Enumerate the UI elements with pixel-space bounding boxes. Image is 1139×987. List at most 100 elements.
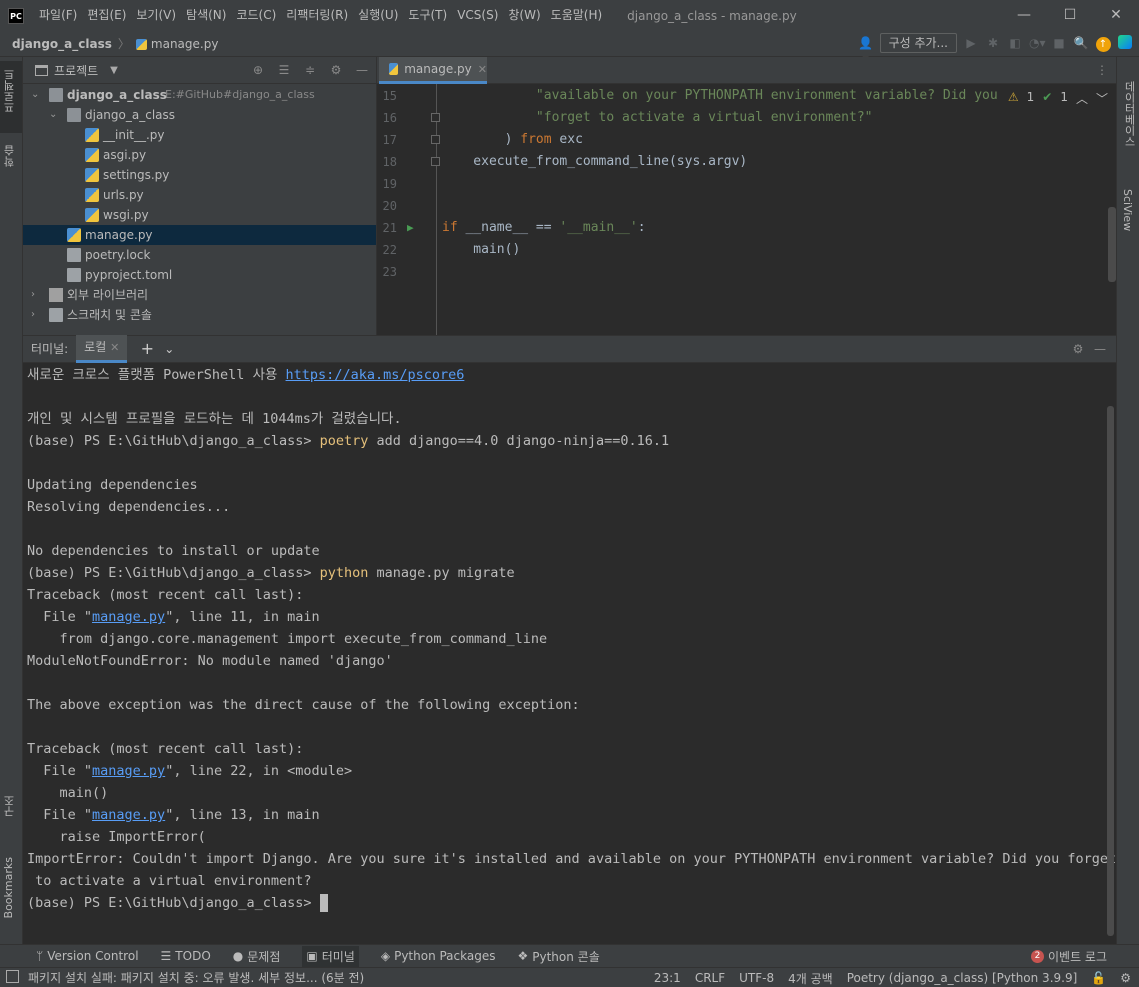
code-line[interactable]: 21 ▶ if __name__ == '__main__': (377, 217, 1116, 239)
tree-item[interactable]: manage.py (23, 225, 376, 245)
editor-tab-manage-py[interactable]: manage.py ✕ (379, 57, 487, 84)
menu-item[interactable]: 코드(C) (231, 0, 281, 31)
terminal-scrollbar[interactable] (1107, 406, 1114, 936)
tree-item[interactable]: pyproject.toml (23, 265, 376, 285)
close-tab-icon[interactable]: ✕ (478, 63, 487, 76)
code-line[interactable]: 17 ) from exc (377, 129, 1116, 151)
tree-item[interactable]: ⌄ django_a_class E:#GitHub#django_a_class (23, 85, 376, 105)
structure-tool-tab[interactable]: 구조 (0, 791, 22, 841)
collapse-all-icon[interactable]: ≑ (302, 62, 318, 78)
tree-item[interactable]: settings.py (23, 165, 376, 185)
chevron-right-icon[interactable]: › (31, 285, 35, 305)
chevron-down-icon[interactable]: ⌄ (49, 105, 57, 125)
close-icon[interactable]: ✕ (1093, 0, 1139, 31)
terminal-link[interactable]: manage.py (92, 763, 165, 779)
tree-item[interactable]: › 스크래치 및 콘솔 (23, 305, 376, 325)
tree-item[interactable]: poetry.lock (23, 245, 376, 265)
locate-icon[interactable]: ⊕ (250, 62, 266, 78)
breadcrumb-file[interactable]: manage.py (151, 37, 219, 51)
chevron-down-icon[interactable]: ⌄ (161, 341, 177, 357)
editor-scrollbar[interactable] (1108, 207, 1116, 282)
terminal-link[interactable]: manage.py (92, 609, 165, 625)
bookmarks-tool-tab[interactable]: Bookmarks (0, 853, 22, 933)
menu-item[interactable]: 실행(U) (353, 0, 403, 31)
search-icon[interactable]: 🔍 (1073, 35, 1089, 51)
file-encoding[interactable]: UTF-8 (739, 971, 774, 985)
menu-item[interactable]: 리팩터링(R) (281, 0, 353, 31)
code-line[interactable]: 23 (377, 261, 1116, 283)
code-line[interactable]: 20 (377, 195, 1116, 217)
fold-icon[interactable] (431, 157, 440, 166)
chevron-down-icon[interactable]: ﹀ (1096, 90, 1108, 107)
code-line[interactable]: 16 "forget to activate a virtual environ… (377, 107, 1116, 129)
breadcrumb-project[interactable]: django_a_class (12, 37, 112, 51)
code-line[interactable]: 18 execute_from_command_line(sys.argv) (377, 151, 1116, 173)
fold-icon[interactable] (431, 135, 440, 144)
lock-icon[interactable]: 🔓 (1091, 971, 1106, 985)
run-gutter-icon[interactable]: ▶ (407, 217, 414, 239)
indent-setting[interactable]: 4개 공백 (788, 970, 833, 987)
expand-all-icon[interactable]: ☰ (276, 62, 292, 78)
chevron-up-icon[interactable]: ︿ (1076, 90, 1088, 107)
chevron-down-icon[interactable]: ⌄ (31, 85, 39, 105)
chevron-right-icon[interactable]: › (31, 305, 35, 325)
minimize-icon[interactable]: — (1001, 0, 1047, 31)
hide-icon[interactable]: — (354, 62, 370, 78)
project-panel-title[interactable]: 프로젝트 (54, 62, 98, 79)
status-message[interactable]: 패키지 설치 실패: 패키지 설치 중: 오류 발생. 세부 정보... (6분… (28, 969, 364, 986)
event-log-tab[interactable]: 2 이벤트 로그 (1030, 948, 1107, 965)
close-tab-icon[interactable]: ✕ (110, 341, 119, 354)
maximize-icon[interactable]: ☐ (1047, 0, 1093, 31)
debug-icon[interactable]: ✱ (985, 35, 1001, 51)
user-icon[interactable]: 👤▾ (858, 35, 874, 66)
tool-windows-icon[interactable] (6, 970, 19, 983)
tree-item[interactable]: asgi.py (23, 145, 376, 165)
run-icon[interactable]: ▶ (963, 35, 979, 51)
menu-item[interactable]: 창(W) (503, 0, 545, 31)
gear-icon[interactable]: ⚙ (1070, 341, 1086, 357)
terminal-link[interactable]: https://aka.ms/pscore6 (286, 367, 465, 383)
line-separator[interactable]: CRLF (695, 971, 725, 985)
project-tool-tab[interactable]: 프로젝트 (0, 61, 22, 133)
fold-icon[interactable] (431, 113, 440, 122)
menu-item[interactable]: 도움말(H) (546, 0, 608, 31)
menu-item[interactable]: 파일(F) (34, 0, 82, 31)
hide-icon[interactable]: — (1092, 341, 1108, 357)
coverage-icon[interactable]: ◧ (1007, 35, 1023, 51)
more-options-icon[interactable]: ⋮ (1094, 62, 1110, 78)
problems-tab[interactable]: ● 문제점 (233, 948, 281, 965)
profile-icon[interactable]: ◔▾ (1029, 35, 1046, 51)
caret-position[interactable]: 23:1 (654, 971, 681, 985)
jetbrains-toolbox-icon[interactable] (1117, 35, 1133, 51)
menu-item[interactable]: 도구(T) (403, 0, 452, 31)
python-console-tab[interactable]: ❖ Python 콘솔 (517, 948, 599, 965)
code-line[interactable]: 15 "available on your PYTHONPATH environ… (377, 85, 1116, 107)
terminal-link[interactable]: manage.py (92, 807, 165, 823)
menu-item[interactable]: VCS(S) (452, 0, 503, 31)
inspector-icon[interactable]: ⚙ (1120, 971, 1131, 985)
code-line[interactable]: 22 main() (377, 239, 1116, 261)
sciview-tool-tab[interactable]: SciView (1117, 173, 1139, 235)
python-packages-tab[interactable]: ◈ Python Packages (381, 949, 496, 963)
code-line[interactable]: 19 (377, 173, 1116, 195)
tree-item[interactable]: ⌄ django_a_class (23, 105, 376, 125)
menu-item[interactable]: 탐색(N) (181, 0, 231, 31)
menu-item[interactable]: 보기(V) (131, 0, 181, 31)
database-tool-tab[interactable]: 데이터베이스 (1117, 65, 1139, 157)
add-terminal-icon[interactable]: + (139, 341, 155, 357)
version-control-tab[interactable]: ᛘ Version Control (36, 949, 139, 963)
learn-tool-tab[interactable]: 학습 (0, 141, 22, 191)
tree-item[interactable]: __init__.py (23, 125, 376, 145)
tree-item[interactable]: › 외부 라이브러리 (23, 285, 376, 305)
tree-item[interactable]: wsgi.py (23, 205, 376, 225)
stop-icon[interactable]: ■ (1051, 35, 1067, 51)
inspection-widget[interactable]: ⚠ 1 ✔ 1 ︿ ﹀ (1008, 90, 1108, 107)
terminal-tool-tab[interactable]: ▣ 터미널 (302, 945, 359, 967)
tree-item[interactable]: urls.py (23, 185, 376, 205)
update-icon[interactable]: ↑ (1095, 35, 1111, 52)
terminal-tab-local[interactable]: 로컬 ✕ (76, 335, 128, 363)
python-interpreter[interactable]: Poetry (django_a_class) [Python 3.9.9] (847, 971, 1078, 985)
add-configuration-button[interactable]: 구성 추가... (879, 33, 957, 53)
chevron-down-icon[interactable]: ▼ (110, 65, 118, 76)
todo-tab[interactable]: ☰ TODO (161, 949, 211, 963)
